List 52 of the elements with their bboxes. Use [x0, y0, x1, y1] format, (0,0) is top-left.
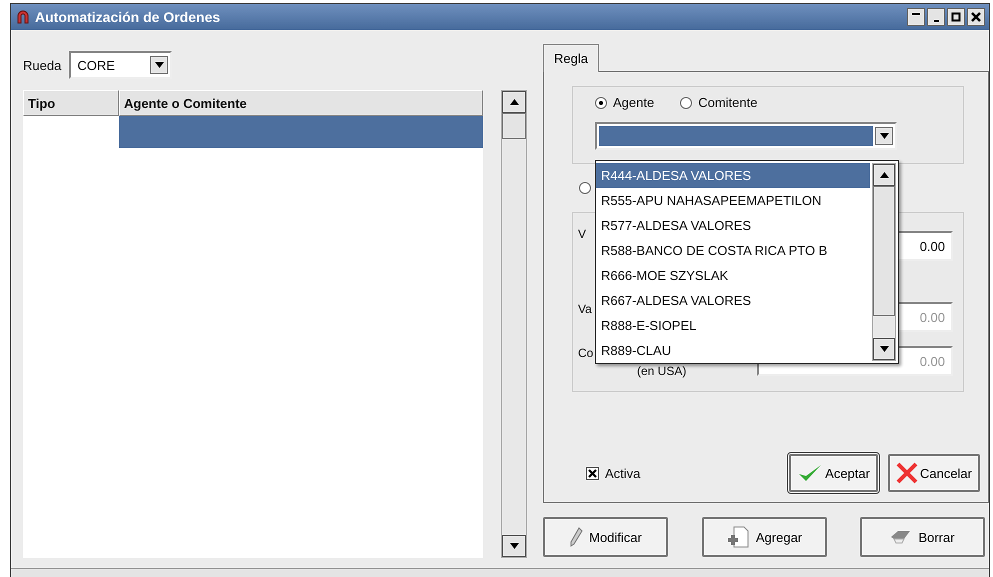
cancel-button[interactable]: Cancelar: [888, 454, 980, 492]
add-document-icon: [726, 526, 750, 548]
scrollbar[interactable]: [501, 90, 527, 558]
checkbox[interactable]: Activa: [586, 466, 640, 480]
close-button[interactable]: [967, 8, 985, 26]
cross-icon: [588, 468, 597, 478]
scroll-thumb[interactable]: [873, 186, 895, 316]
dropdown-option[interactable]: R889-CLAU: [596, 338, 870, 363]
window-title: Automatización de Ordenes: [35, 9, 222, 25]
dropdown-option[interactable]: R555-APU NAHASAPEEMAPETILON: [596, 188, 870, 213]
dropdown-option[interactable]: R888-E-SIOPEL: [596, 313, 870, 338]
cross-icon: [896, 462, 918, 484]
scrollbar[interactable]: [872, 163, 896, 361]
radio-button[interactable]: Agente: [595, 95, 654, 110]
dropdown-option[interactable]: R667-ALDESA VALORES: [596, 288, 870, 313]
field-label: V: [578, 227, 586, 241]
radio-button[interactable]: Comitente: [680, 95, 758, 110]
dropdown-option[interactable]: R444-ALDESA VALORES: [596, 163, 870, 188]
accept-button[interactable]: Aceptar: [789, 454, 878, 492]
dropdown-option[interactable]: R666-MOE SZYSLAK: [596, 263, 870, 288]
maximize-button[interactable]: [947, 8, 965, 26]
rueda-label: Rueda: [23, 58, 62, 72]
checkmark-icon: [797, 463, 824, 483]
tab[interactable]: Regla: [543, 44, 599, 72]
column-header[interactable]: Tipo: [23, 90, 119, 116]
column-header[interactable]: Agente o Comitente: [119, 90, 483, 116]
up-arrow-icon: [510, 99, 518, 105]
caret-icon: [154, 62, 164, 68]
horseshoe-icon: [15, 9, 31, 25]
pencil-icon: [569, 527, 584, 547]
dropdown-option[interactable]: R588-BANCO DE COSTA RICA PTO B: [596, 238, 870, 263]
delete-button[interactable]: Borrar: [860, 517, 985, 557]
minimize-icon: [934, 20, 938, 22]
dropdown-option[interactable]: R577-ALDESA VALORES: [596, 213, 870, 238]
rueda-dropdown[interactable]: CORE: [69, 51, 172, 79]
eraser-icon: [890, 529, 912, 545]
radio-button[interactable]: [579, 182, 591, 194]
field-label: (en USA): [637, 364, 686, 378]
minimize-button[interactable]: [927, 8, 945, 26]
down-arrow-icon: [510, 543, 518, 549]
edit-button[interactable]: Modificar: [543, 517, 668, 557]
up-arrow-icon: [880, 172, 888, 178]
down-arrow-icon: [880, 346, 888, 352]
add-button[interactable]: Agregar: [702, 517, 826, 557]
field-label: Co: [578, 346, 594, 360]
field-label: Va: [578, 302, 592, 316]
caret-icon: [880, 133, 888, 139]
scroll-thumb[interactable]: [502, 113, 526, 139]
maximize-icon: [951, 12, 961, 22]
agent-dropdown[interactable]: [595, 122, 897, 150]
rollup-button[interactable]: [907, 8, 925, 26]
close-icon: [971, 12, 981, 22]
